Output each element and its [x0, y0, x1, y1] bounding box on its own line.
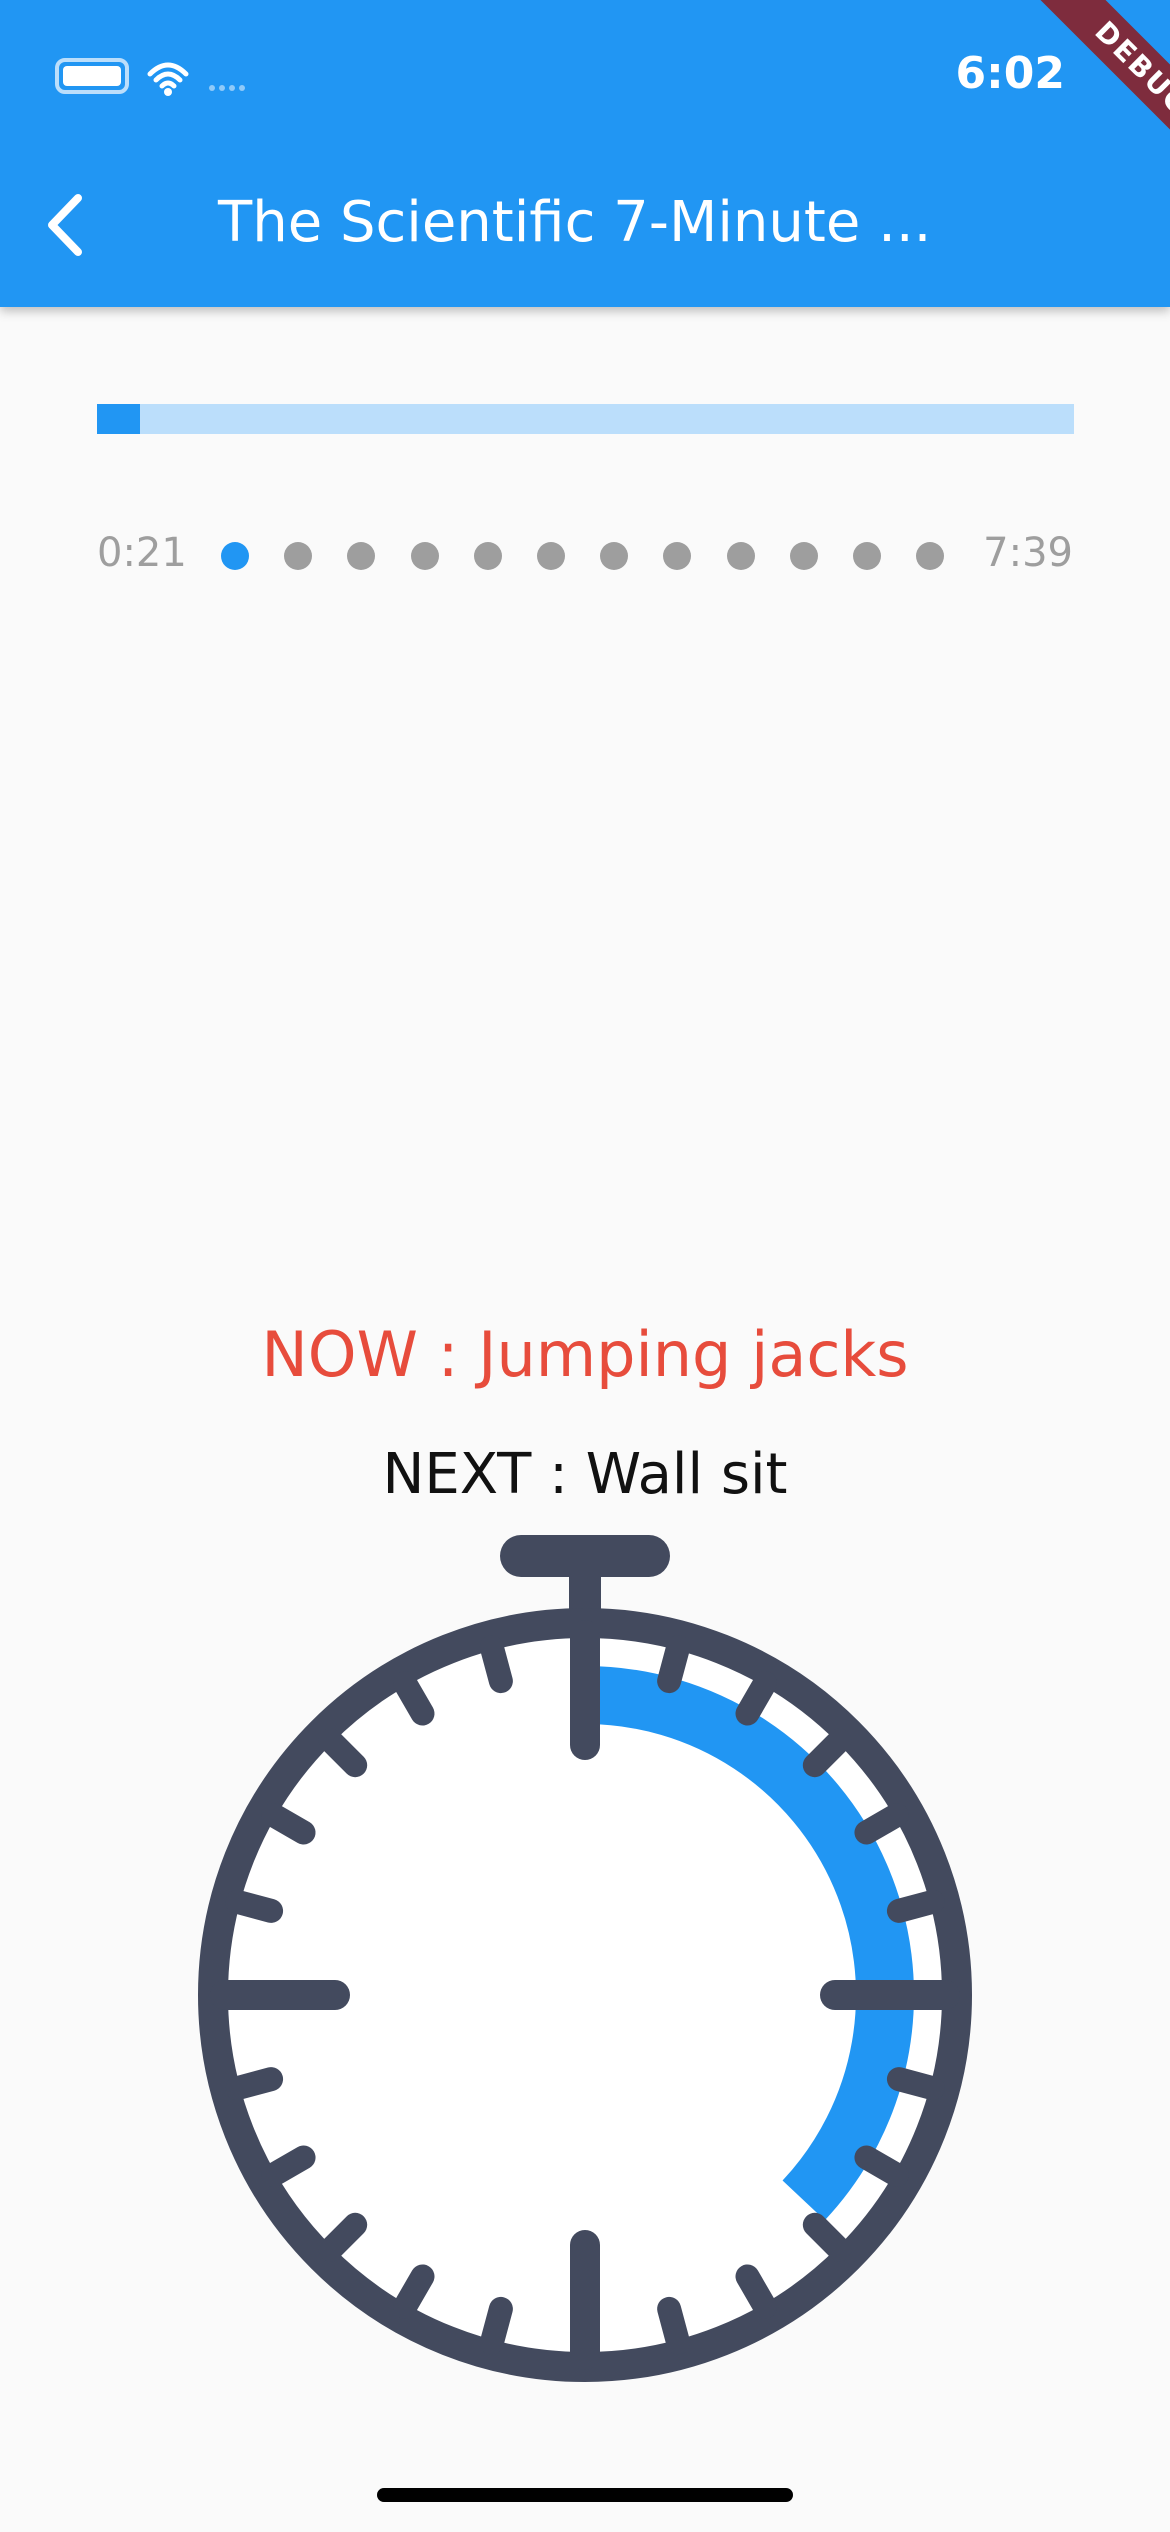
stopwatch-minor-tick: [479, 1635, 513, 1694]
step-dot: [221, 542, 249, 570]
home-indicator: [377, 2488, 793, 2502]
step-dot: [473, 542, 502, 570]
stopwatch-minor-tick: [479, 2296, 513, 2355]
status-icons: [55, 58, 245, 96]
stopwatch-icon: [198, 1535, 972, 2382]
current-exercise: NOW : Jumping jacks: [261, 1318, 909, 1391]
stopwatch-minor-tick: [657, 1635, 691, 1694]
stopwatch-minor-tick: [261, 1803, 316, 1845]
stopwatch-minor-tick: [225, 2067, 284, 2101]
stopwatch-minor-tick: [735, 1671, 777, 1726]
chevron-left-icon: [48, 194, 82, 256]
step-dot: [853, 542, 881, 570]
stopwatch-minor-tick: [886, 2067, 945, 2101]
step-dot: [663, 542, 692, 570]
workout-progress-fill: [97, 404, 140, 434]
wifi-icon: [147, 62, 189, 89]
step-dot: [410, 542, 439, 570]
page-title: The Scientific 7-Minute ...: [218, 190, 932, 255]
signal-icon: [209, 85, 215, 91]
elapsed-time: 0:21: [97, 530, 187, 576]
stopwatch-minor-tick: [886, 1889, 945, 1923]
stopwatch-minor-tick: [393, 1671, 435, 1726]
next-exercise: NEXT : Wall sit: [382, 1442, 788, 1507]
stopwatch-minor-tick: [854, 1803, 909, 1845]
stopwatch-minor-tick: [657, 2296, 691, 2355]
step-dot: [789, 542, 818, 570]
stopwatch-minor-tick: [735, 2264, 777, 2319]
debug-banner-label: DEBUG: [1012, 0, 1170, 199]
step-dot: [916, 542, 945, 570]
step-dot: [537, 542, 565, 570]
stopwatch-minor-tick: [261, 2145, 316, 2187]
stopwatch-minor-tick: [854, 2145, 909, 2187]
step-dot: [726, 542, 755, 570]
step-dot: [347, 542, 376, 570]
step-dot: [284, 542, 313, 570]
stopwatch-minor-tick: [225, 1889, 284, 1923]
stopwatch-minor-tick: [393, 2264, 435, 2319]
back-button[interactable]: [30, 180, 100, 270]
workout-progress-bar: [97, 404, 1074, 434]
remaining-time: 7:39: [983, 530, 1073, 576]
debug-banner: DEBUG: [970, 0, 1170, 200]
step-dot: [600, 542, 629, 570]
